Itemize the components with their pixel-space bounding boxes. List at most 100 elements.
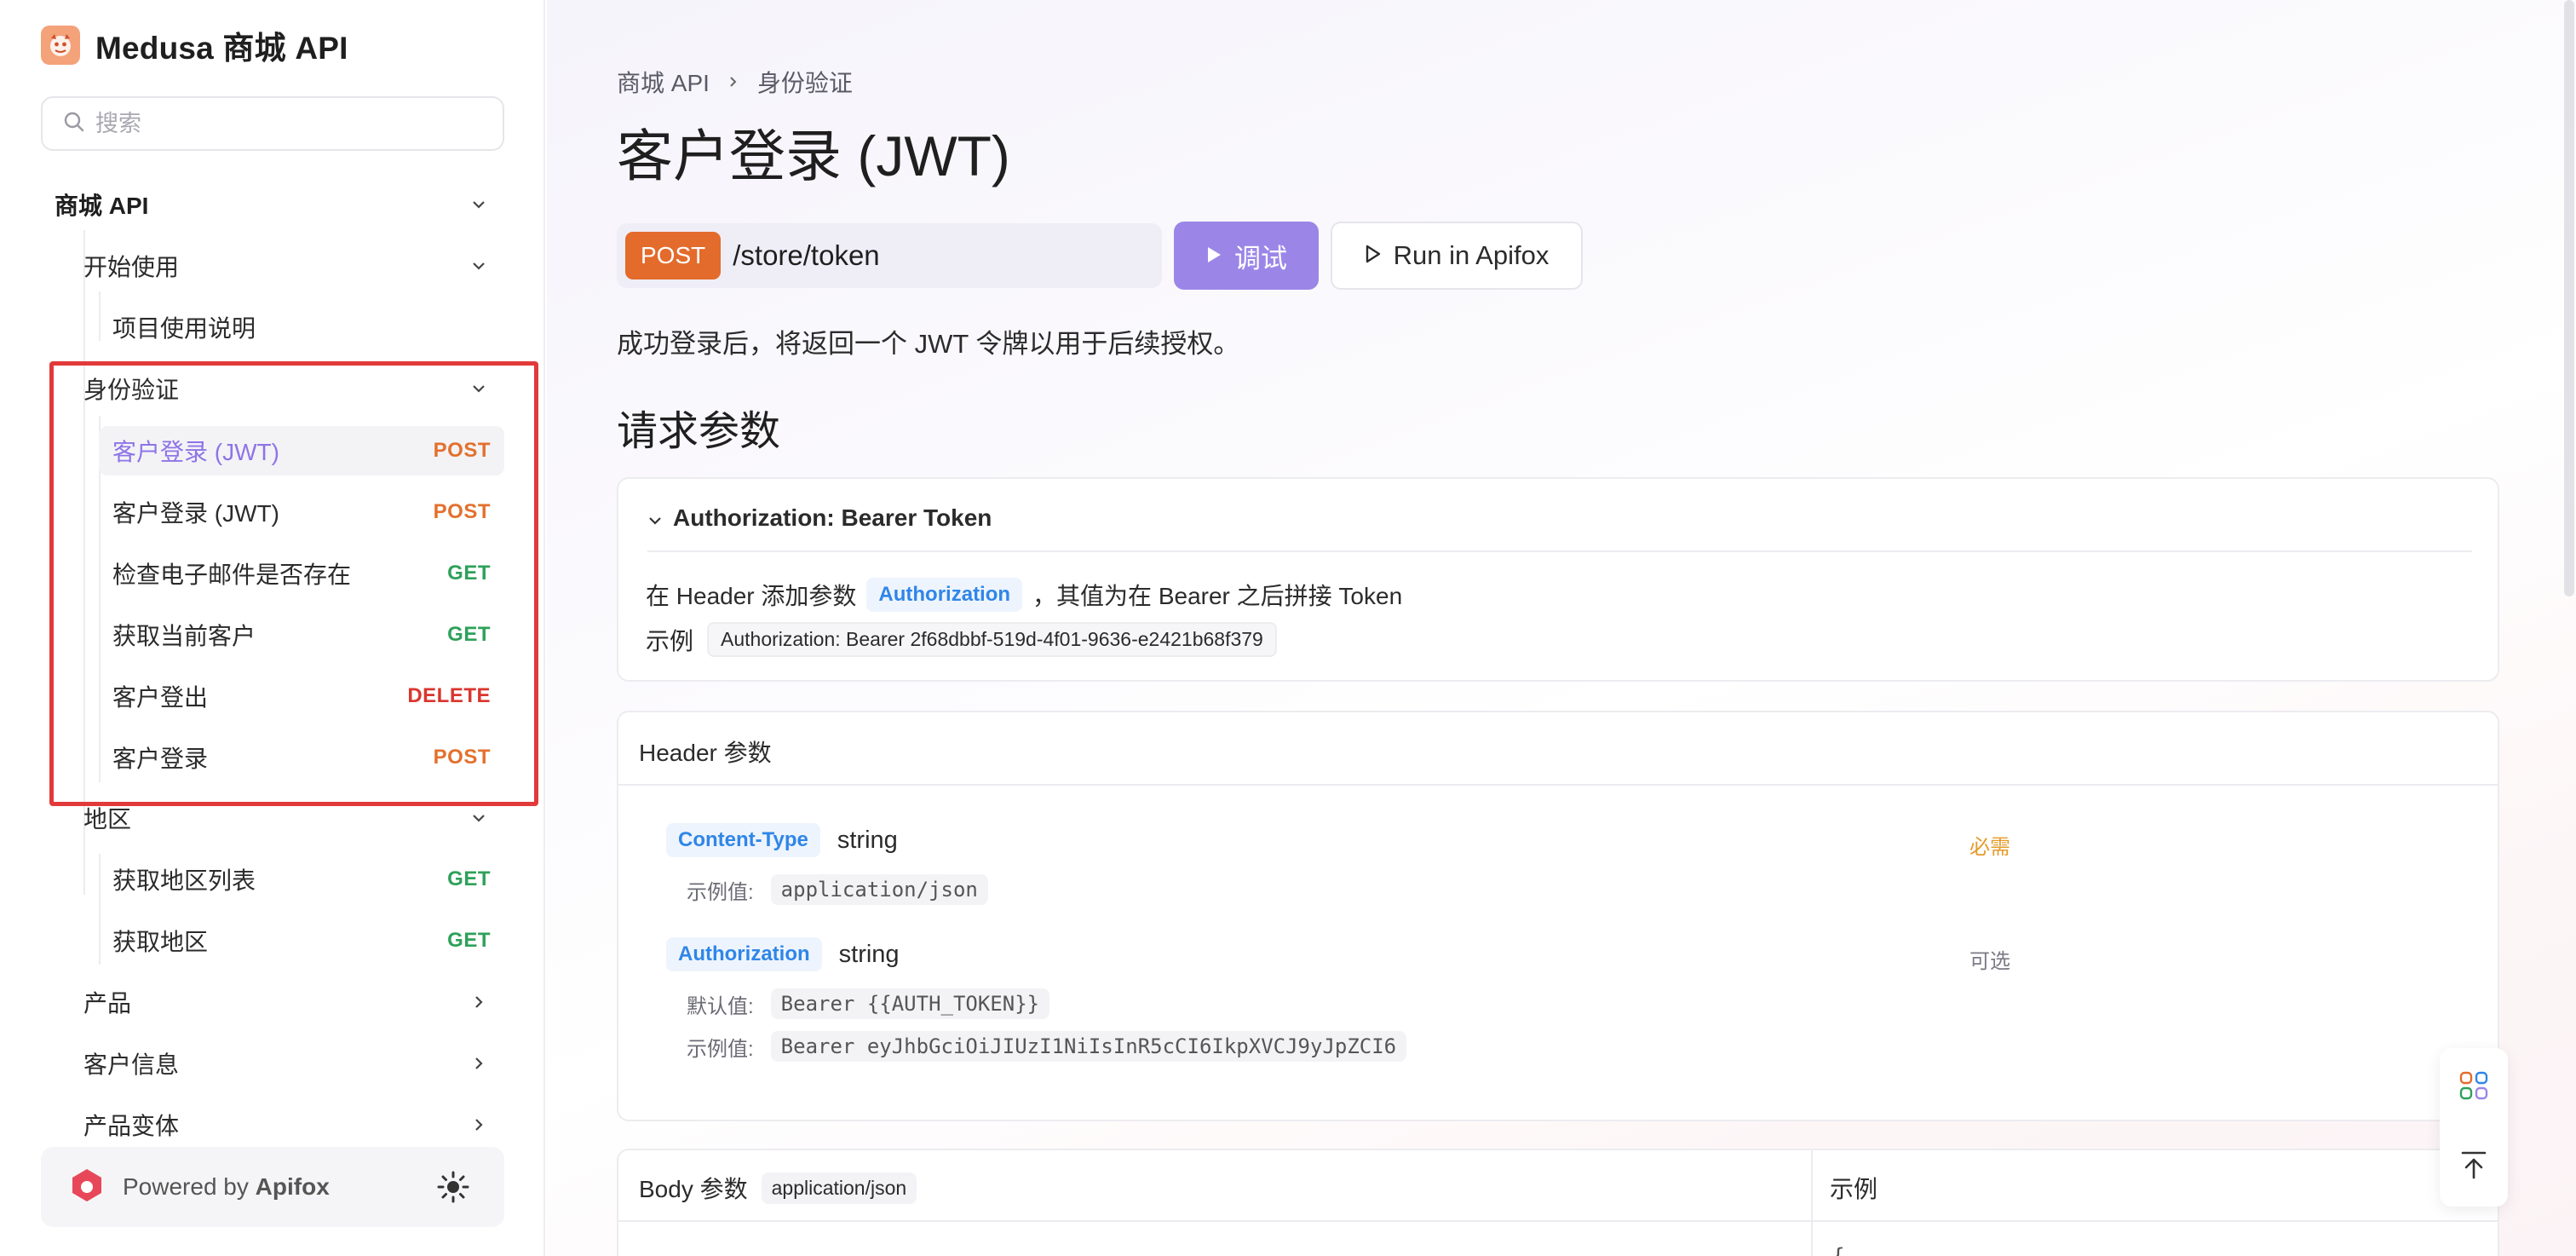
main-content: 商城 API 身份验证 客户登录 (JWT) POST /store/token… <box>547 0 2576 1256</box>
sidebar-item-customer-login[interactable]: 客户登录 POST <box>99 733 504 782</box>
brand[interactable]: Medusa 商城 API <box>41 22 348 68</box>
endpoint-path[interactable]: /store/token <box>733 239 879 272</box>
divider <box>647 550 2472 552</box>
sidebar-folder-products[interactable]: 产品 <box>83 977 491 1027</box>
sidebar-item-project-guide[interactable]: 项目使用说明 <box>99 302 504 352</box>
chevron-down-icon <box>467 377 491 400</box>
auth-example-value[interactable]: Authorization: Bearer 2f68dbbf-519d-4f01… <box>707 622 1277 657</box>
try-button[interactable]: 调试 <box>1174 222 1319 290</box>
param-example-value[interactable]: Bearer eyJhbGciOiJIUzI1NiIsInR5cCI6IkpXV… <box>770 1031 1407 1062</box>
param-example-row: 示例值: application/json <box>687 874 988 905</box>
sidebar-item-customer-logout[interactable]: 客户登出 DELETE <box>99 671 504 721</box>
sidebar-group-label: 商城 API <box>55 193 149 219</box>
param-authorization: Authorization string <box>666 937 900 971</box>
param-default-label: 默认值: <box>687 994 754 1018</box>
body-content-type: application/json <box>761 1172 917 1204</box>
sidebar-folder-getting-started[interactable]: 开始使用 <box>83 241 491 291</box>
sidebar: Medusa 商城 API 商城 API 开始使用 项目使用说明 身份验证 <box>0 0 545 1256</box>
sidebar-folder-label: 开始使用 <box>83 254 180 280</box>
sidebar-folder-label: 客户信息 <box>83 1051 180 1078</box>
param-example-value[interactable]: application/json <box>770 874 988 905</box>
chevron-down-icon <box>467 193 491 216</box>
method-badge: DELETE <box>407 684 491 707</box>
powered-by-text: Powered by Apifox <box>123 1173 330 1201</box>
auth-card: Authorization: Bearer Token 在 Header 添加参… <box>617 477 2499 682</box>
chevron-down-icon <box>467 254 491 278</box>
body-params-title: Body 参数 <box>639 1176 748 1202</box>
apps-grid-icon[interactable] <box>2458 1070 2489 1105</box>
param-name-tag[interactable]: Content-Type <box>666 823 820 857</box>
sidebar-folder-product-variants[interactable]: 产品变体 <box>83 1100 491 1149</box>
floating-toolbar <box>2440 1048 2508 1207</box>
param-example-label: 示例值: <box>687 880 754 904</box>
method-badge: POST <box>433 500 491 523</box>
body-params-header: Body 参数 application/json <box>639 1171 917 1205</box>
sun-icon[interactable] <box>436 1170 470 1204</box>
search-box[interactable] <box>41 96 504 151</box>
param-name-tag[interactable]: Authorization <box>666 937 822 971</box>
sidebar-item-label: 项目使用说明 <box>112 315 256 342</box>
param-required-flag: 必需 <box>1969 836 2010 859</box>
sidebar-item-get-region[interactable]: 获取地区 GET <box>99 916 504 965</box>
back-to-top-icon[interactable] <box>2459 1149 2488 1184</box>
sidebar-item-check-email[interactable]: 检查电子邮件是否存在 GET <box>99 549 504 598</box>
endpoint-bar[interactable]: POST /store/token <box>617 223 1162 288</box>
header-params-card: Header 参数 Content-Type string 必需 示例值: ap… <box>617 711 2499 1121</box>
method-badge: GET <box>447 562 491 585</box>
divider <box>618 784 2498 786</box>
sidebar-item-get-current-customer[interactable]: 获取当前客户 GET <box>99 610 504 660</box>
try-button-label: 调试 <box>1234 243 1287 274</box>
run-button-label: Run in Apifox <box>1393 240 1550 270</box>
sidebar-folder-region[interactable]: 地区 <box>83 793 491 843</box>
auth-description: 在 Header 添加参数 Authorization ，其值为在 Bearer… <box>646 578 1402 612</box>
body-example-code: { <box>1831 1244 1845 1256</box>
powered-by-footer[interactable]: Powered by Apifox <box>41 1147 504 1227</box>
auth-line-suffix: ，其值为在 Bearer 之后拼接 Token <box>1032 583 1403 609</box>
sidebar-item-customer-login-jwt[interactable]: 客户登录 (JWT) POST <box>99 426 504 475</box>
sidebar-item-label: 客户登录 (JWT) <box>112 500 279 527</box>
divider <box>618 1220 2498 1222</box>
play-icon <box>1205 240 1222 271</box>
sidebar-item-label: 检查电子邮件是否存在 <box>112 562 352 588</box>
method-badge: POST <box>433 439 491 462</box>
breadcrumb-root[interactable]: 商城 API <box>617 65 710 99</box>
endpoint-method-badge: POST <box>625 232 722 279</box>
sidebar-folder-customer-info[interactable]: 客户信息 <box>83 1039 491 1088</box>
chevron-right-icon <box>467 1113 491 1137</box>
param-default-value[interactable]: Bearer {{AUTH_TOKEN}} <box>770 988 1050 1019</box>
request-params-title: 请求参数 <box>617 409 781 454</box>
powered-prefix: Powered by <box>123 1173 249 1200</box>
powered-brand: Apifox <box>255 1173 330 1200</box>
param-type: string <box>837 826 898 854</box>
param-default-row: 默认值: Bearer {{AUTH_TOKEN}} <box>687 988 1050 1019</box>
breadcrumb-current[interactable]: 身份验证 <box>757 65 853 99</box>
sidebar-folder-label: 身份验证 <box>83 377 180 403</box>
sidebar-item-customer-login-jwt-2[interactable]: 客户登录 (JWT) POST <box>99 487 504 537</box>
auth-toggle[interactable]: Authorization: Bearer Token <box>647 504 992 532</box>
sidebar-item-label: 客户登出 <box>112 684 209 711</box>
sidebar-folder-auth[interactable]: 身份验证 <box>83 364 491 413</box>
medusa-logo-icon <box>41 26 80 65</box>
chevron-right-icon <box>467 990 491 1014</box>
scrollbar[interactable] <box>2564 0 2574 596</box>
apifox-logo-icon <box>68 1167 106 1208</box>
divider <box>1811 1150 1813 1256</box>
sidebar-item-label: 获取地区 <box>112 929 209 955</box>
sidebar-item-list-regions[interactable]: 获取地区列表 GET <box>99 855 504 904</box>
auth-param-tag: Authorization <box>866 578 1023 612</box>
sidebar-group-store-api[interactable]: 商城 API <box>55 180 491 229</box>
play-outline-icon <box>1365 240 1382 271</box>
auth-example-label: 示例 <box>646 627 694 654</box>
param-content-type: Content-Type string <box>666 823 898 857</box>
sidebar-item-label: 获取地区列表 <box>112 867 256 894</box>
sidebar-folder-label: 产品变体 <box>83 1113 180 1139</box>
chevron-down-icon <box>467 806 491 830</box>
search-input[interactable] <box>95 110 487 137</box>
page-title: 客户登录 (JWT) <box>617 124 1010 187</box>
run-in-apifox-button[interactable]: Run in Apifox <box>1331 222 1583 290</box>
app-window: Medusa 商城 API 商城 API 开始使用 项目使用说明 身份验证 <box>0 0 2576 1256</box>
method-badge: POST <box>433 746 491 769</box>
auth-heading: Authorization: Bearer Token <box>673 504 992 531</box>
sidebar-item-label: 获取当前客户 <box>112 623 256 649</box>
body-example-title: 示例 <box>1830 1176 1878 1202</box>
